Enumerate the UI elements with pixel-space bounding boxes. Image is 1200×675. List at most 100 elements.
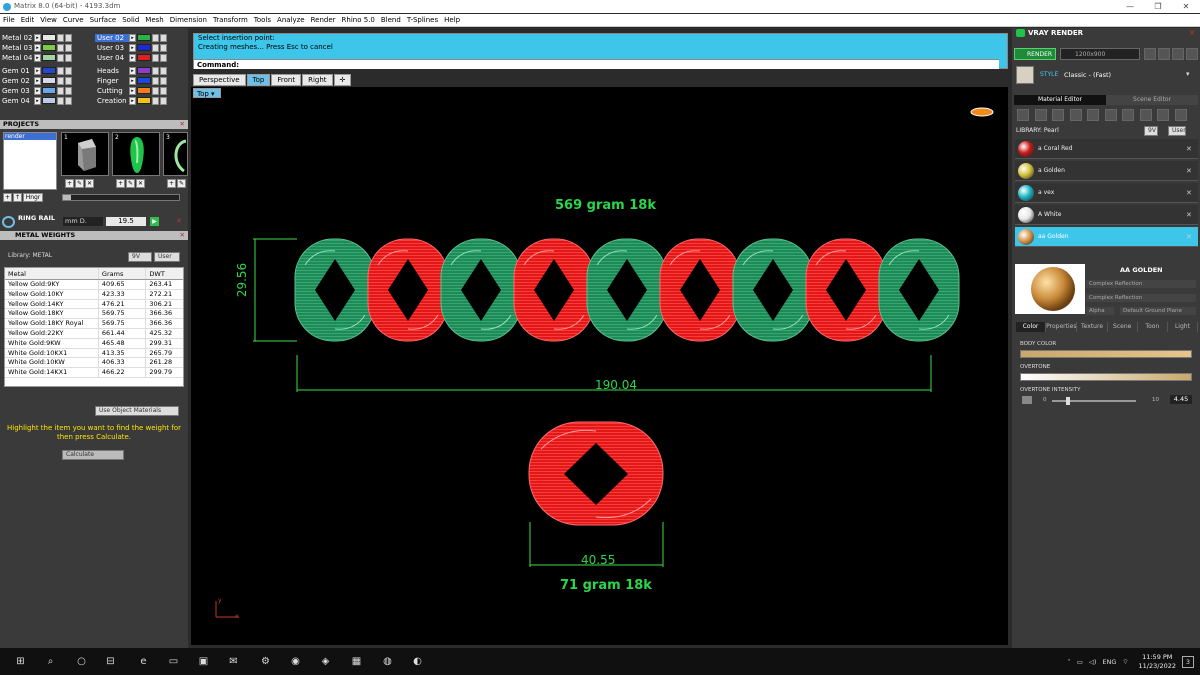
store-icon[interactable]: ▣: [197, 655, 210, 668]
layer-color-swatch[interactable]: [137, 77, 151, 84]
metal-weights-close-icon[interactable]: ✕: [180, 231, 185, 240]
stop-icon[interactable]: [1158, 48, 1170, 60]
delete-icon[interactable]: ✕: [85, 179, 94, 188]
layer-lock-icon[interactable]: [152, 53, 159, 62]
tray-chevron-icon[interactable]: ˄: [1067, 658, 1070, 666]
layer-row[interactable]: Metal 04 ▸: [0, 53, 72, 62]
layer-visible-icon[interactable]: [160, 86, 167, 95]
layer-color-swatch[interactable]: [42, 67, 56, 74]
layer-lock-icon[interactable]: [57, 86, 64, 95]
network-icon[interactable]: ▭: [1077, 658, 1083, 666]
mat-grid-icon[interactable]: [1069, 109, 1082, 121]
material-item[interactable]: a vex ✕: [1015, 183, 1198, 203]
layer-row[interactable]: User 04 ▸: [95, 53, 167, 62]
layer-visible-icon[interactable]: [65, 53, 72, 62]
material-item[interactable]: aa Golden ✕: [1015, 227, 1198, 247]
layer-row[interactable]: Cutting ▸: [95, 86, 167, 95]
ground-plane-select[interactable]: Default Ground Plane: [1120, 307, 1196, 315]
render-button[interactable]: RENDER: [1014, 48, 1056, 60]
layer-arrow-icon[interactable]: ▸: [34, 33, 41, 42]
layer-arrow-icon[interactable]: ▸: [129, 33, 136, 42]
layer-visible-icon[interactable]: [65, 33, 72, 42]
project-thumb-2[interactable]: 2: [112, 132, 160, 176]
layer-color-swatch[interactable]: [137, 34, 151, 41]
ring-close-icon[interactable]: ✕: [176, 217, 182, 225]
mail-icon[interactable]: ✉: [227, 655, 240, 668]
table-row[interactable]: White Gold:9KW 465.48 299.31: [5, 338, 183, 349]
menu-dimension[interactable]: Dimension: [170, 16, 207, 24]
layer-row[interactable]: Metal 03 ▸: [0, 43, 72, 52]
layer-arrow-icon[interactable]: ▸: [129, 66, 136, 75]
material-item[interactable]: A White ✕: [1015, 205, 1198, 225]
layer-row[interactable]: User 03 ▸: [95, 43, 167, 52]
clock[interactable]: 11:59 PM 11/23/2022: [1139, 653, 1176, 671]
hinge-button[interactable]: Hngr: [23, 193, 43, 202]
material-item[interactable]: a Golden ✕: [1015, 161, 1198, 181]
layer-color-swatch[interactable]: [42, 97, 56, 104]
layer-lock-icon[interactable]: [152, 33, 159, 42]
render-settings-icon[interactable]: [1186, 48, 1198, 60]
style-value[interactable]: Classic - (Fast): [1064, 71, 1111, 79]
matrix-icon[interactable]: ◈: [319, 655, 332, 668]
lib-user-button[interactable]: User: [1168, 126, 1186, 136]
remove-material-icon[interactable]: ✕: [1186, 211, 1198, 219]
use-object-materials-select[interactable]: Use Object Materials: [95, 406, 179, 416]
menu-analyze[interactable]: Analyze: [277, 16, 305, 24]
language-indicator[interactable]: ENG: [1102, 658, 1116, 666]
layer-visible-icon[interactable]: [65, 76, 72, 85]
menu-t-splines[interactable]: T-Splines: [407, 16, 438, 24]
layer-visible-icon[interactable]: [65, 66, 72, 75]
col-metal[interactable]: Metal: [5, 268, 98, 279]
calculate-button[interactable]: Calculate: [62, 450, 124, 460]
layer-color-swatch[interactable]: [137, 44, 151, 51]
overtone-slider[interactable]: [1020, 373, 1192, 381]
delete-icon[interactable]: ✕: [136, 179, 145, 188]
menu-solid[interactable]: Solid: [122, 16, 139, 24]
layer-row[interactable]: Gem 04 ▸: [0, 96, 72, 105]
menu-mesh[interactable]: Mesh: [145, 16, 163, 24]
remove-material-icon[interactable]: ✕: [1186, 145, 1198, 153]
library-user-button[interactable]: User: [154, 252, 180, 262]
layer-arrow-icon[interactable]: ▸: [129, 43, 136, 52]
mat-undo-icon[interactable]: [1139, 109, 1152, 121]
maximize-button[interactable]: ❐: [1144, 0, 1172, 13]
edit-icon[interactable]: ✎: [177, 179, 186, 188]
edit-icon[interactable]: ✎: [126, 179, 135, 188]
tab-scene[interactable]: Scene: [1108, 322, 1138, 332]
wifi-icon[interactable]: ⌔: [1122, 657, 1128, 666]
layer-lock-icon[interactable]: [152, 86, 159, 95]
menu-rhino-5-0[interactable]: Rhino 5.0: [342, 16, 375, 24]
layer-lock-icon[interactable]: [152, 43, 159, 52]
next-icon[interactable]: [1172, 48, 1184, 60]
menu-transform[interactable]: Transform: [213, 16, 248, 24]
apply-icon[interactable]: ▶: [150, 217, 159, 226]
layer-visible-icon[interactable]: [65, 96, 72, 105]
app2-icon[interactable]: ◐: [411, 655, 424, 668]
layer-arrow-icon[interactable]: ▸: [34, 66, 41, 75]
style-dropdown-icon[interactable]: ▾: [1186, 70, 1190, 78]
layer-lock-icon[interactable]: [57, 76, 64, 85]
notifications-icon[interactable]: 3: [1182, 655, 1194, 668]
close-button[interactable]: ✕: [1172, 0, 1200, 13]
menu-curve[interactable]: Curve: [63, 16, 84, 24]
layer-row[interactable]: Creation ▸: [95, 96, 167, 105]
layer-arrow-icon[interactable]: ▸: [129, 86, 136, 95]
layer-color-swatch[interactable]: [137, 97, 151, 104]
layer-lock-icon[interactable]: [57, 96, 64, 105]
layer-arrow-icon[interactable]: ▸: [129, 76, 136, 85]
menu-tools[interactable]: Tools: [254, 16, 271, 24]
layer-color-swatch[interactable]: [42, 77, 56, 84]
projects-scrollbar[interactable]: [62, 194, 180, 201]
project-thumb-3[interactable]: 3: [163, 132, 188, 176]
layer-arrow-icon[interactable]: ▸: [34, 76, 41, 85]
material-item[interactable]: a Coral Red ✕: [1015, 139, 1198, 159]
oi-value[interactable]: 4.45: [1170, 395, 1192, 404]
mat-grid2-icon[interactable]: [1104, 109, 1117, 121]
layer-color-swatch[interactable]: [42, 44, 56, 51]
layer-lock-icon[interactable]: [152, 76, 159, 85]
tab-material-editor[interactable]: Material Editor: [1014, 95, 1106, 105]
layer-arrow-icon[interactable]: ▸: [34, 96, 41, 105]
edge-icon[interactable]: e: [137, 655, 150, 668]
volume-icon[interactable]: ◁): [1089, 658, 1097, 666]
col-dwt[interactable]: DWT: [145, 268, 183, 279]
